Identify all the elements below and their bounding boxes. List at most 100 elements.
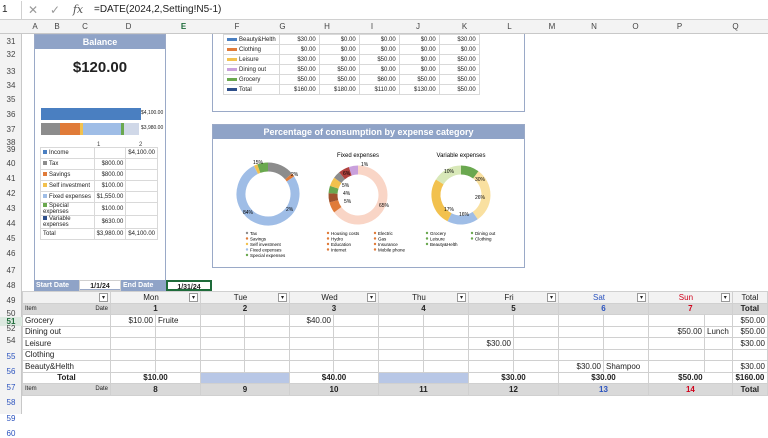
expense-cell[interactable] <box>333 337 379 350</box>
expense-cell[interactable] <box>200 337 245 350</box>
summary-value[interactable]: $30.00 <box>438 34 480 45</box>
row-header-52[interactable]: 52 <box>0 324 22 333</box>
balance-value-2[interactable] <box>125 158 158 170</box>
summary-row-label[interactable]: Dining out <box>223 64 280 75</box>
expense-cell[interactable] <box>704 337 733 350</box>
weekday-dropdown-icon[interactable]: ▾ <box>278 292 287 302</box>
row-header-31[interactable]: 31 <box>0 37 22 46</box>
expense-cell[interactable] <box>704 360 733 373</box>
expense-cell[interactable]: Shampoo <box>603 360 649 373</box>
balance-row-label[interactable]: Savings <box>40 169 95 181</box>
balance-row-label[interactable]: Special expenses <box>40 202 95 216</box>
row-header-43[interactable]: 43 <box>0 204 22 213</box>
expense-cell[interactable] <box>155 325 201 338</box>
summary-row-label[interactable]: Total <box>223 84 280 95</box>
expense-cell[interactable]: Fruite <box>155 314 201 327</box>
item-filter-cell[interactable]: ▾ <box>22 291 111 304</box>
formula-input[interactable]: =DATE(2024,2,Setting!N5-1) <box>90 4 221 15</box>
summary-value[interactable]: $50.00 <box>438 74 480 85</box>
expense-cell[interactable] <box>603 314 649 327</box>
summary-value[interactable]: $0.00 <box>398 34 440 45</box>
row-header-40[interactable]: 40 <box>0 159 22 168</box>
expense-cell[interactable] <box>110 360 156 373</box>
summary-value[interactable]: $0.00 <box>318 54 360 65</box>
expense-cell[interactable] <box>378 314 424 327</box>
summary-value[interactable]: $180.00 <box>318 84 360 95</box>
expense-category[interactable]: Dining out <box>22 325 111 338</box>
column-header-L[interactable]: L <box>488 22 531 31</box>
weekday-dropdown-icon[interactable]: ▾ <box>457 292 466 302</box>
balance-value-1[interactable]: $800.00 <box>93 158 127 170</box>
balance-value-1[interactable]: $630.00 <box>93 215 127 229</box>
row-header-60[interactable]: 60 <box>0 429 22 438</box>
summary-value[interactable]: $50.00 <box>278 64 320 75</box>
expense-cell[interactable] <box>200 348 245 361</box>
weekday-dropdown-icon[interactable]: ▾ <box>367 292 376 302</box>
expense-cell[interactable] <box>513 325 559 338</box>
expense-cell[interactable] <box>110 348 156 361</box>
expense-cell[interactable] <box>558 348 604 361</box>
expense-cell[interactable] <box>333 348 379 361</box>
expense-cell[interactable] <box>468 348 514 361</box>
expense-cell[interactable] <box>155 360 201 373</box>
column-header-I[interactable]: I <box>349 22 395 31</box>
expense-cell[interactable] <box>704 314 733 327</box>
balance-value-2[interactable]: $4,100.00 <box>125 228 158 240</box>
row-header-34[interactable]: 34 <box>0 81 22 90</box>
column-header-O[interactable]: O <box>615 22 656 31</box>
expense-cell[interactable] <box>244 337 290 350</box>
expense-cell[interactable] <box>200 360 245 373</box>
expense-category[interactable]: Leisure <box>22 337 111 350</box>
expense-cell[interactable] <box>378 360 424 373</box>
summary-value[interactable]: $50.00 <box>318 74 360 85</box>
summary-value[interactable]: $50.00 <box>398 74 440 85</box>
column-header-K[interactable]: K <box>441 22 488 31</box>
weekday-dropdown-icon[interactable]: ▾ <box>189 292 198 302</box>
summary-row-label[interactable]: Clothing <box>223 44 280 55</box>
expense-cell[interactable] <box>200 325 245 338</box>
summary-row-label[interactable]: Beauty&Helth <box>223 34 280 45</box>
expense-cell[interactable] <box>423 360 469 373</box>
column-header-E[interactable]: E <box>153 22 214 31</box>
row-header-36[interactable]: 36 <box>0 110 22 119</box>
row-header-35[interactable]: 35 <box>0 95 22 104</box>
balance-value-2[interactable] <box>125 180 158 192</box>
summary-value[interactable]: $0.00 <box>358 44 400 55</box>
column-header-J[interactable]: J <box>395 22 441 31</box>
summary-value[interactable]: $0.00 <box>398 44 440 55</box>
row-header-37[interactable]: 37 <box>0 125 22 134</box>
balance-value-1[interactable] <box>93 147 127 159</box>
summary-value[interactable]: $0.00 <box>358 34 400 45</box>
balance-value-1[interactable]: $800.00 <box>93 169 127 181</box>
row-header-57[interactable]: 57 <box>0 383 22 392</box>
row-header-42[interactable]: 42 <box>0 189 22 198</box>
summary-value[interactable]: $0.00 <box>438 44 480 55</box>
expense-cell[interactable] <box>333 314 379 327</box>
expense-cell[interactable] <box>200 314 245 327</box>
expense-cell[interactable] <box>423 348 469 361</box>
summary-row-label[interactable]: Grocery <box>223 74 280 85</box>
row-header-49[interactable]: 49 <box>0 296 22 305</box>
weekday-dropdown-icon[interactable]: ▾ <box>637 292 646 302</box>
expense-cell[interactable] <box>110 337 156 350</box>
summary-value[interactable]: $50.00 <box>438 64 480 75</box>
row-header-44[interactable]: 44 <box>0 219 22 228</box>
row-header-54[interactable]: 54 <box>0 336 22 345</box>
column-header-C[interactable]: C <box>66 22 104 31</box>
balance-value-1[interactable]: $1,550.00 <box>93 191 127 203</box>
expense-cell[interactable] <box>648 314 705 327</box>
expense-cell[interactable] <box>468 314 514 327</box>
expense-category[interactable]: Beauty&Helth <box>22 360 111 373</box>
balance-value-1[interactable]: $3,980.00 <box>93 228 127 240</box>
summary-value[interactable]: $50.00 <box>438 54 480 65</box>
summary-value[interactable]: $0.00 <box>398 54 440 65</box>
expense-cell[interactable] <box>378 337 424 350</box>
row-header-33[interactable]: 33 <box>0 67 22 76</box>
expense-cell[interactable] <box>513 314 559 327</box>
row-header-58[interactable]: 58 <box>0 398 22 407</box>
summary-value[interactable]: $110.00 <box>358 84 400 95</box>
start-date-value[interactable]: 1/1/24 <box>79 280 121 291</box>
weekday-dropdown-icon[interactable]: ▾ <box>720 292 730 302</box>
summary-value[interactable]: $50.00 <box>278 74 320 85</box>
expense-cell[interactable] <box>423 325 469 338</box>
